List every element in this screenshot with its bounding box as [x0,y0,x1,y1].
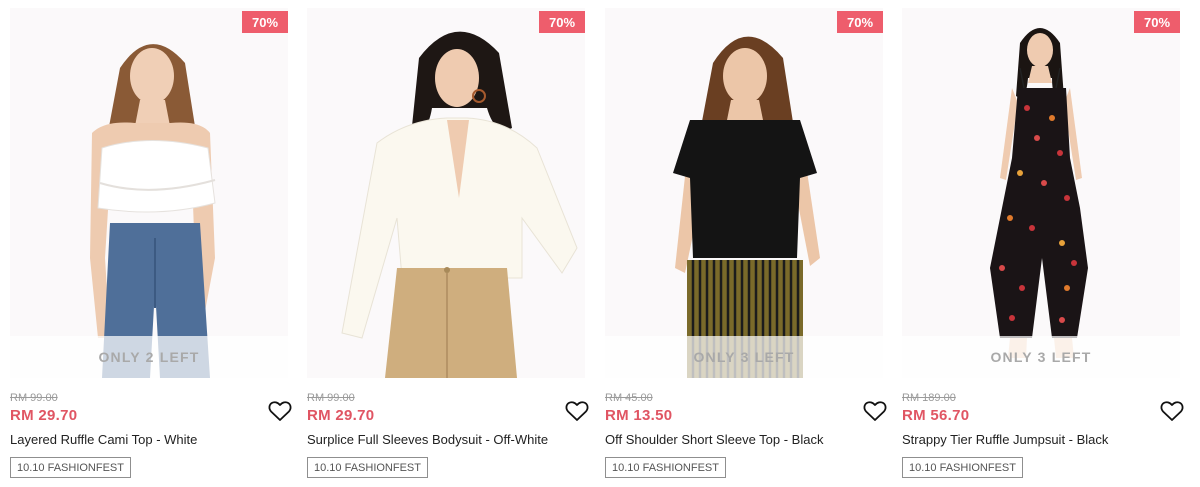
discount-badge: 70% [1134,11,1180,33]
product-card[interactable]: 70% RM 99.00 RM 29.70 Surplice Full Slee… [307,8,589,483]
promo-tag: 10.10 FASHIONFEST [902,457,1023,478]
model-photo-cami-top [10,8,288,378]
product-card[interactable]: 70% ONLY 2 LEFT RM 99.00 RM 29.70 Layere… [10,8,292,483]
model-photo-bodysuit [307,8,585,378]
product-image[interactable]: 70% [307,8,585,378]
product-card[interactable]: 70% ONLY 3 LEFT RM 189.00 RM 56.70 Strap… [902,8,1184,483]
product-image[interactable]: 70% ONLY 3 LEFT [605,8,883,378]
discount-badge: 70% [837,11,883,33]
promo-tag: 10.10 FASHIONFEST [307,457,428,478]
product-name[interactable]: Layered Ruffle Cami Top - White [10,432,197,447]
product-name[interactable]: Off Shoulder Short Sleeve Top - Black [605,432,823,447]
original-price: RM 99.00 [10,392,58,404]
original-price: RM 99.00 [307,392,355,404]
product-name[interactable]: Strappy Tier Ruffle Jumpsuit - Black [902,432,1108,447]
heart-outline-icon[interactable] [1160,400,1184,422]
sale-price: RM 29.70 [307,407,375,424]
original-price: RM 189.00 [902,392,956,404]
heart-outline-icon[interactable] [268,400,292,422]
model-photo-short-sleeve-top [605,8,883,378]
stock-overlay: ONLY 3 LEFT [605,336,883,378]
heart-outline-icon[interactable] [863,400,887,422]
promo-tag: 10.10 FASHIONFEST [10,457,131,478]
model-photo-jumpsuit [902,8,1180,378]
discount-badge: 70% [242,11,288,33]
sale-price: RM 56.70 [902,407,970,424]
product-image[interactable]: 70% ONLY 3 LEFT [902,8,1180,378]
product-card[interactable]: 70% ONLY 3 LEFT RM 45.00 RM 13.50 Off Sh… [605,8,887,483]
original-price: RM 45.00 [605,392,653,404]
product-name[interactable]: Surplice Full Sleeves Bodysuit - Off-Whi… [307,432,548,447]
stock-overlay: ONLY 2 LEFT [10,336,288,378]
product-grid: 70% ONLY 2 LEFT RM 99.00 RM 29.70 Layere… [0,0,1200,487]
heart-outline-icon[interactable] [565,400,589,422]
product-image[interactable]: 70% ONLY 2 LEFT [10,8,288,378]
promo-tag: 10.10 FASHIONFEST [605,457,726,478]
sale-price: RM 13.50 [605,407,673,424]
stock-overlay: ONLY 3 LEFT [902,336,1180,378]
discount-badge: 70% [539,11,585,33]
sale-price: RM 29.70 [10,407,78,424]
